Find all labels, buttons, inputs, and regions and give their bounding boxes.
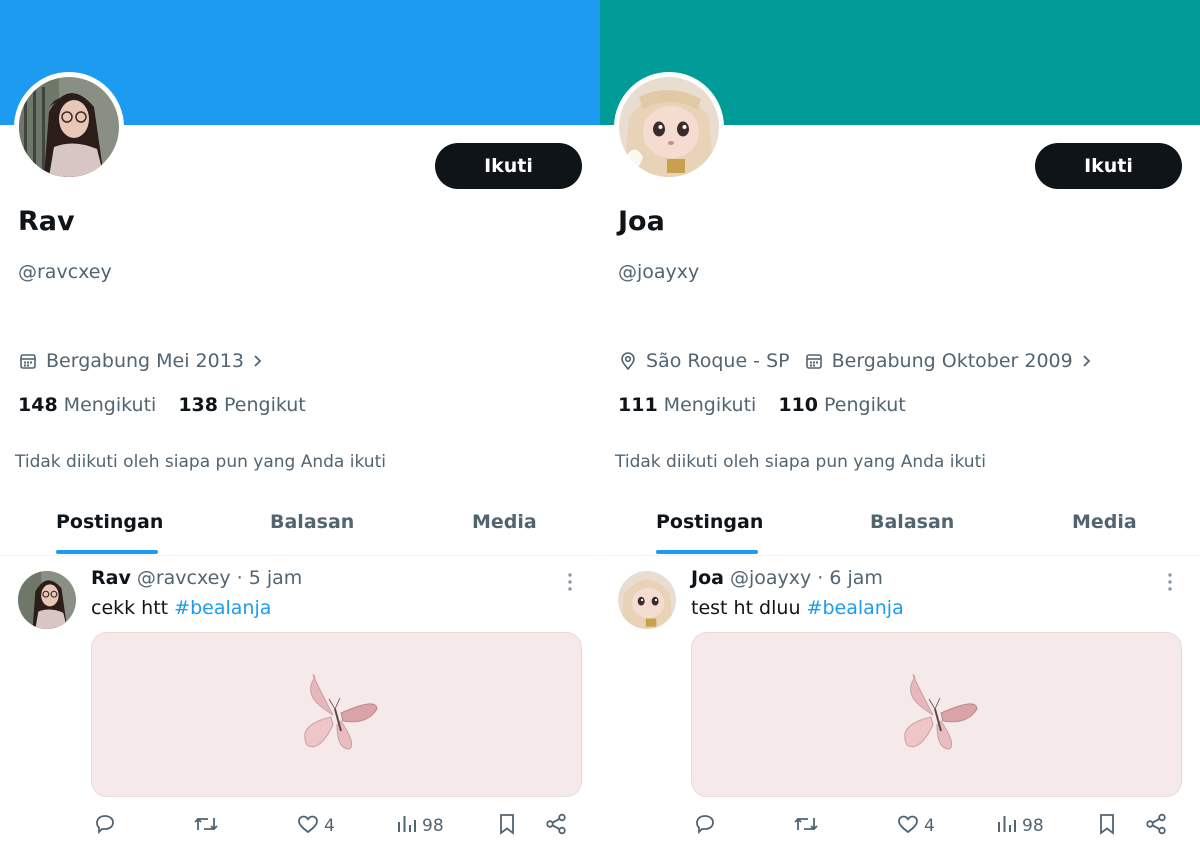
reply-icon: [693, 812, 717, 841]
post-actions: 4 98: [91, 811, 582, 841]
post-time[interactable]: · 6 jam: [817, 567, 883, 589]
profile-panel-rav: Ikuti Rav @ravcxey Bergabung Mei 2013 14…: [0, 0, 600, 856]
profile-display-name: Joa: [618, 206, 665, 237]
like-count: 4: [924, 816, 935, 836]
retweet-button[interactable]: [792, 811, 820, 841]
post-media-image[interactable]: [691, 632, 1182, 797]
like-button[interactable]: 4: [896, 811, 935, 841]
post-text: test ht dluu #bealanja: [691, 597, 904, 619]
post-actions: 4 98: [691, 811, 1182, 841]
followers-stat[interactable]: 138 Pengikut: [178, 394, 305, 416]
post-avatar[interactable]: [18, 571, 76, 629]
post-media-image[interactable]: [91, 632, 582, 797]
panel-divider: [599, 125, 601, 856]
active-tab-indicator: [656, 550, 758, 554]
profile-avatar[interactable]: [14, 72, 124, 182]
more-vertical-icon[interactable]: [562, 571, 578, 593]
share-icon: [1144, 812, 1168, 841]
views-count: 98: [422, 816, 444, 836]
profile-meta: São Roque - SP Bergabung Oktober 2009: [618, 348, 1111, 374]
reply-icon: [93, 812, 117, 841]
post-item[interactable]: Rav @ravcxey · 5 jam cekk htt #bealanja: [0, 557, 600, 856]
like-button[interactable]: 4: [296, 811, 335, 841]
profile-avatar[interactable]: [614, 72, 724, 182]
post-author-name[interactable]: Joa: [691, 567, 724, 589]
tab-postingan[interactable]: Postingan: [656, 511, 763, 533]
post-avatar[interactable]: [618, 571, 676, 629]
bookmark-button[interactable]: [496, 811, 518, 841]
more-vertical-icon[interactable]: [1162, 571, 1178, 593]
views-button[interactable]: 98: [996, 811, 1044, 841]
retweet-icon: [792, 812, 820, 841]
like-count: 4: [324, 816, 335, 836]
following-stat[interactable]: 111 Mengikuti: [618, 394, 756, 416]
tab-media[interactable]: Media: [1072, 511, 1137, 533]
profile-tabs: Postingan Balasan Media: [600, 500, 1200, 556]
post-author-handle[interactable]: @ravcxey: [137, 567, 231, 589]
tab-media[interactable]: Media: [472, 511, 537, 533]
post-header: Joa @joayxy · 6 jam: [691, 567, 883, 589]
bookmark-icon: [496, 812, 518, 841]
join-date[interactable]: Bergabung Oktober 2009: [804, 350, 1097, 372]
bookmark-icon: [1096, 812, 1118, 841]
not-followed-note: Tidak diikuti oleh siapa pun yang Anda i…: [15, 452, 386, 472]
tab-balasan[interactable]: Balasan: [870, 511, 954, 533]
reply-button[interactable]: [693, 811, 717, 841]
join-date-text: Bergabung Oktober 2009: [831, 350, 1073, 372]
profile-stats: 148 Mengikuti 138 Pengikut: [18, 394, 328, 416]
follow-button[interactable]: Ikuti: [1035, 143, 1182, 189]
views-count: 98: [1022, 816, 1044, 836]
hashtag-link[interactable]: #bealanja: [174, 597, 271, 619]
active-tab-indicator: [56, 550, 158, 554]
share-icon: [544, 812, 568, 841]
join-date-text: Bergabung Mei 2013: [46, 350, 244, 372]
follow-button[interactable]: Ikuti: [435, 143, 582, 189]
chevron-right-icon: [1075, 350, 1097, 372]
post-header: Rav @ravcxey · 5 jam: [91, 567, 302, 589]
profile-handle: @ravcxey: [18, 261, 112, 283]
views-button[interactable]: 98: [396, 811, 444, 841]
followers-stat[interactable]: 110 Pengikut: [778, 394, 905, 416]
views-chart-icon: [996, 812, 1018, 841]
tab-balasan[interactable]: Balasan: [270, 511, 354, 533]
tab-postingan[interactable]: Postingan: [56, 511, 163, 533]
retweet-button[interactable]: [192, 811, 220, 841]
retweet-icon: [192, 812, 220, 841]
following-stat[interactable]: 148 Mengikuti: [18, 394, 156, 416]
location-pin-icon: [618, 351, 638, 371]
profile-display-name: Rav: [18, 206, 75, 237]
profile-meta: Bergabung Mei 2013: [18, 348, 282, 374]
heart-icon: [896, 812, 920, 841]
profile-panel-joa: Ikuti Joa @joayxy São Roque - SP Bergabu…: [600, 0, 1200, 856]
hashtag-link[interactable]: #bealanja: [807, 597, 904, 619]
location-text: São Roque - SP: [646, 350, 790, 372]
share-button[interactable]: [544, 811, 568, 841]
profile-handle: @joayxy: [618, 261, 700, 283]
profile-tabs: Postingan Balasan Media: [0, 500, 600, 556]
calendar-icon: [804, 351, 824, 371]
views-chart-icon: [396, 812, 418, 841]
calendar-icon: [18, 351, 38, 371]
location: São Roque - SP: [618, 350, 790, 372]
heart-icon: [296, 812, 320, 841]
post-author-handle[interactable]: @joayxy: [730, 567, 811, 589]
profile-stats: 111 Mengikuti 110 Pengikut: [618, 394, 928, 416]
post-author-name[interactable]: Rav: [91, 567, 131, 589]
post-time[interactable]: · 5 jam: [237, 567, 303, 589]
bookmark-button[interactable]: [1096, 811, 1118, 841]
not-followed-note: Tidak diikuti oleh siapa pun yang Anda i…: [615, 452, 986, 472]
join-date[interactable]: Bergabung Mei 2013: [18, 350, 268, 372]
chevron-right-icon: [246, 350, 268, 372]
share-button[interactable]: [1144, 811, 1168, 841]
reply-button[interactable]: [93, 811, 117, 841]
post-item[interactable]: Joa @joayxy · 6 jam test ht dluu #bealanj…: [600, 557, 1200, 856]
post-text: cekk htt #bealanja: [91, 597, 272, 619]
